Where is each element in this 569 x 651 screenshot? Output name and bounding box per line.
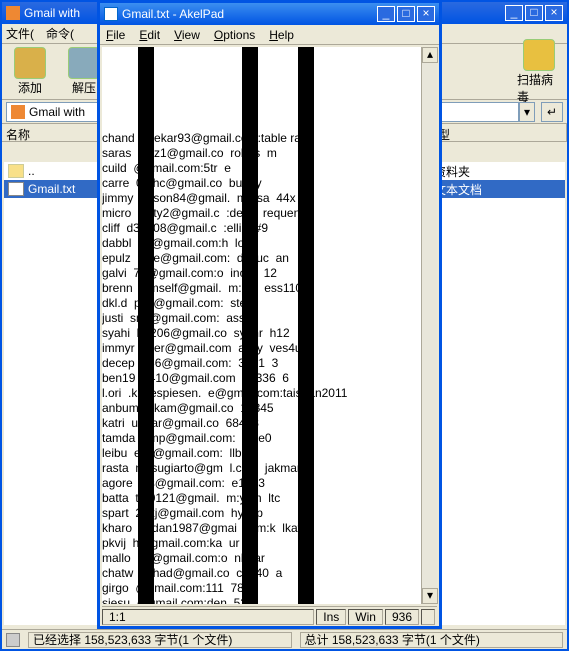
resize-grip[interactable] — [421, 609, 435, 625]
maximize-button[interactable]: □ — [525, 5, 543, 21]
scan-label: 扫描病毒 — [517, 71, 561, 105]
status-encoding: Win — [348, 609, 383, 625]
text-editor[interactable]: chand asekar93@gmail.com:table ransaras … — [102, 47, 437, 604]
app-icon — [6, 6, 20, 20]
close-button[interactable]: × — [545, 5, 563, 21]
add-icon — [14, 47, 46, 79]
minimize-button[interactable]: _ — [377, 6, 395, 22]
path-text: Gmail with — [29, 105, 85, 119]
go-button[interactable]: ↵ — [541, 102, 563, 122]
redaction-bar — [138, 47, 154, 604]
scan-icon — [523, 39, 555, 71]
akelpad-icon — [104, 7, 118, 21]
editor-window: Gmail.txt - AkelPad _ □ × File Edit View… — [97, 0, 442, 629]
folder-icon — [8, 164, 24, 178]
vertical-scrollbar[interactable]: ▴ ▾ — [421, 47, 437, 604]
col-type[interactable]: 类型 — [422, 124, 567, 141]
text-file-icon — [8, 182, 24, 196]
file-type: 文本文档 — [428, 181, 561, 198]
extract-label: 解压 — [72, 79, 96, 96]
status-codepage: 936 — [385, 609, 419, 625]
redaction-bar — [298, 47, 314, 604]
status-position: 1:1 — [102, 609, 314, 625]
menu-file[interactable]: File — [106, 28, 125, 42]
scroll-up-icon[interactable]: ▴ — [422, 47, 438, 63]
menu-help[interactable]: Help — [269, 28, 294, 42]
scan-button[interactable]: 扫描病毒 — [517, 39, 561, 105]
add-button[interactable]: 添加 — [8, 47, 52, 96]
minimize-button[interactable]: _ — [505, 5, 523, 21]
status-total: 总计 158,523,633 字节(1 个文件) — [300, 632, 564, 648]
file-type: 资料夹 — [428, 163, 561, 180]
menu-edit[interactable]: Edit — [139, 28, 160, 42]
editor-menubar: File Edit View Options Help — [100, 25, 439, 45]
archive-icon — [11, 105, 25, 119]
scroll-down-icon[interactable]: ▾ — [422, 588, 438, 604]
archive-statusbar: 已经选择 158,523,633 字节(1 个文件) 总计 158,523,63… — [2, 629, 567, 649]
editor-title: Gmail.txt - AkelPad — [122, 7, 377, 21]
add-label: 添加 — [18, 79, 42, 96]
menu-command[interactable]: 命令( — [46, 25, 74, 42]
close-button[interactable]: × — [417, 6, 435, 22]
redaction-bar — [242, 47, 258, 604]
status-selection: 已经选择 158,523,633 字节(1 个文件) — [28, 632, 292, 648]
menu-view[interactable]: View — [174, 28, 200, 42]
menu-file[interactable]: 文件( — [6, 25, 34, 42]
path-dropdown[interactable]: ▾ — [519, 102, 535, 122]
status-insert: Ins — [316, 609, 346, 625]
status-icon — [6, 633, 20, 647]
menu-options[interactable]: Options — [214, 28, 255, 42]
editor-statusbar: 1:1 Ins Win 936 — [102, 606, 437, 626]
editor-titlebar[interactable]: Gmail.txt - AkelPad _ □ × — [100, 3, 439, 25]
extract-icon — [68, 47, 100, 79]
maximize-button[interactable]: □ — [397, 6, 415, 22]
